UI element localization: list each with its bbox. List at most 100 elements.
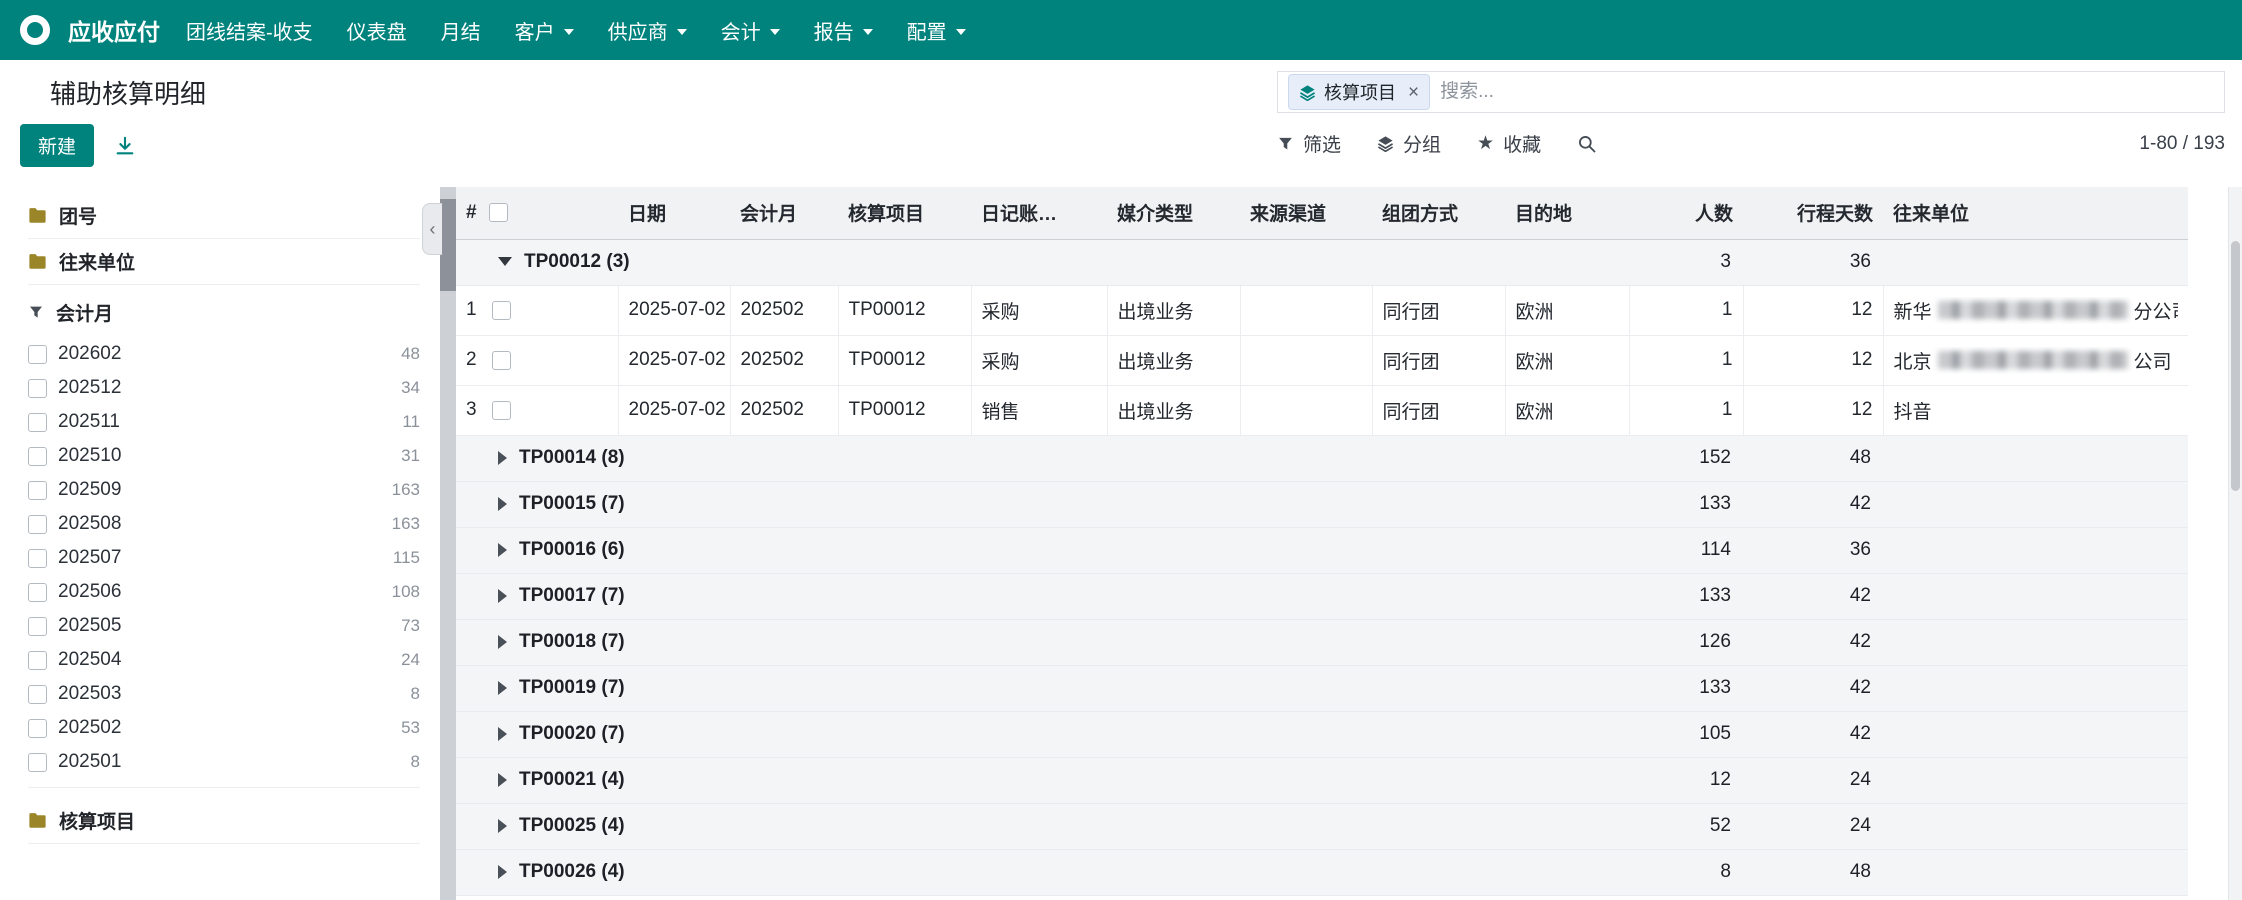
navbar-menu-4[interactable]: 客户 — [515, 16, 574, 45]
download-icon[interactable] — [114, 135, 136, 157]
group-expand-icon[interactable] — [498, 819, 507, 833]
month-filter-item[interactable]: 20250573 — [28, 609, 420, 643]
group-expand-icon[interactable] — [498, 865, 507, 879]
month-filter-item[interactable]: 20250424 — [28, 643, 420, 677]
month-checkbox[interactable] — [28, 379, 47, 398]
search-input[interactable] — [1440, 81, 2214, 103]
app-name[interactable]: 应收应付 — [68, 13, 160, 47]
month-filter-item[interactable]: 202507115 — [28, 541, 420, 575]
month-checkbox[interactable] — [28, 617, 47, 636]
navbar-menu-5[interactable]: 供应商 — [608, 16, 687, 45]
month-filter-item[interactable]: 202508163 — [28, 507, 420, 541]
group-row[interactable]: TP00016 (6)11436 — [456, 527, 2188, 573]
group-row[interactable]: TP00012 (3)336 — [456, 239, 2188, 285]
column-header-8[interactable]: 组团方式 — [1372, 187, 1505, 239]
group-row[interactable]: TP00015 (7)13342 — [456, 481, 2188, 527]
group-row[interactable]: TP00018 (7)12642 — [456, 619, 2188, 665]
search-facet[interactable]: 核算项目 × — [1288, 74, 1430, 110]
group-by-button[interactable]: 分组 — [1377, 130, 1441, 157]
column-header-7[interactable]: 来源渠道 — [1240, 187, 1372, 239]
month-checkbox[interactable] — [28, 651, 47, 670]
navbar-menu-label: 供应商 — [608, 16, 668, 45]
column-header-4[interactable]: 核算项目 — [838, 187, 971, 239]
group-row[interactable]: TP00017 (7)13342 — [456, 573, 2188, 619]
month-checkbox[interactable] — [28, 685, 47, 704]
column-header-9[interactable]: 目的地 — [1505, 187, 1629, 239]
sidebar-item-group-number[interactable]: 团号 — [28, 193, 420, 239]
month-checkbox[interactable] — [28, 515, 47, 534]
pager[interactable]: 1-80 / 193 — [2139, 133, 2225, 155]
expand-search-button[interactable] — [1577, 134, 1597, 154]
odoo-logo-icon[interactable] — [20, 15, 50, 45]
group-row[interactable]: TP00026 (4)848 — [456, 849, 2188, 895]
sidebar-item-partner[interactable]: 往来单位 — [28, 239, 420, 285]
filter-button[interactable]: 筛选 — [1277, 130, 1341, 157]
month-checkbox[interactable] — [28, 719, 47, 738]
column-header-2[interactable]: 日期 — [618, 187, 730, 239]
month-checkbox[interactable] — [28, 753, 47, 772]
group-expand-icon[interactable] — [498, 635, 507, 649]
group-row[interactable]: TP00019 (7)13342 — [456, 665, 2188, 711]
group-expand-icon[interactable] — [498, 543, 507, 557]
group-row[interactable]: TP00014 (8)15248 — [456, 435, 2188, 481]
month-filter-item[interactable]: 202506108 — [28, 575, 420, 609]
sidebar-item-accounting-item[interactable]: 核算项目 — [28, 798, 420, 844]
month-filter-item[interactable]: 20251111 — [28, 405, 420, 439]
sidebar-scrollbar[interactable] — [440, 187, 456, 900]
facet-remove-icon[interactable]: × — [1404, 83, 1419, 102]
column-header-12[interactable]: 往来单位 — [1883, 187, 2188, 239]
column-header-11[interactable]: 行程天数 — [1743, 187, 1883, 239]
month-filter-item[interactable]: 20251234 — [28, 371, 420, 405]
column-header-3[interactable]: 会计月 — [730, 187, 838, 239]
row-checkbox[interactable] — [492, 401, 511, 420]
month-filter-item[interactable]: 20250253 — [28, 711, 420, 745]
month-filter-item[interactable]: 202509163 — [28, 473, 420, 507]
month-filter-item[interactable]: 2025038 — [28, 677, 420, 711]
month-filter-item[interactable]: 2025018 — [28, 745, 420, 779]
month-checkbox[interactable] — [28, 447, 47, 466]
column-header-5[interactable]: 日记账… — [971, 187, 1107, 239]
table-scrollbar-thumb[interactable] — [2231, 241, 2240, 491]
row-checkbox[interactable] — [492, 301, 511, 320]
row-index-inner: 2 — [466, 349, 608, 371]
column-header-6[interactable]: 媒介类型 — [1107, 187, 1240, 239]
sidebar-collapse-handle[interactable]: ‹ — [422, 203, 442, 255]
favorites-button[interactable]: ★ 收藏 — [1477, 130, 1541, 157]
table-row[interactable]: 22025-07-02202502TP00012采购出境业务同行团欧洲112北京… — [456, 335, 2188, 385]
month-filter-item[interactable]: 20251031 — [28, 439, 420, 473]
group-expand-icon[interactable] — [498, 773, 507, 787]
folder-icon — [28, 812, 47, 829]
group-expand-icon[interactable] — [498, 589, 507, 603]
sidebar-scrollbar-thumb[interactable] — [440, 199, 456, 291]
group-expand-icon[interactable] — [498, 681, 507, 695]
month-checkbox[interactable] — [28, 345, 47, 364]
month-checkbox[interactable] — [28, 583, 47, 602]
table-row[interactable]: 12025-07-02202502TP00012采购出境业务同行团欧洲112新华… — [456, 285, 2188, 335]
group-row[interactable]: TP00025 (4)5224 — [456, 803, 2188, 849]
month-checkbox[interactable] — [28, 481, 47, 500]
group-row[interactable]: TP00021 (4)1224 — [456, 757, 2188, 803]
row-checkbox[interactable] — [492, 351, 511, 370]
navbar-menu-6[interactable]: 会计 — [721, 16, 780, 45]
group-expand-icon[interactable] — [498, 451, 507, 465]
group-expand-icon[interactable] — [498, 497, 507, 511]
navbar-menu-3[interactable]: 月结 — [441, 16, 481, 45]
column-header-1[interactable]: # — [456, 187, 618, 239]
search-bar[interactable]: 核算项目 × — [1277, 71, 2225, 113]
new-button[interactable]: 新建 — [20, 124, 94, 167]
month-checkbox[interactable] — [28, 413, 47, 432]
group-row[interactable]: TP00020 (7)10542 — [456, 711, 2188, 757]
table-row[interactable]: 32025-07-02202502TP00012销售出境业务同行团欧洲112抖音 — [456, 385, 2188, 435]
column-header-10[interactable]: 人数 — [1629, 187, 1743, 239]
group-days-aggregate: 36 — [1743, 527, 1883, 573]
navbar-menu-1[interactable]: 团线结案-收支 — [186, 16, 313, 45]
group-collapse-icon[interactable] — [498, 257, 512, 266]
navbar-menu-2[interactable]: 仪表盘 — [347, 16, 407, 45]
navbar-menu-7[interactable]: 报告 — [814, 16, 873, 45]
navbar-menu-8[interactable]: 配置 — [907, 16, 966, 45]
select-all-checkbox[interactable] — [489, 203, 508, 222]
group-expand-icon[interactable] — [498, 727, 507, 741]
table-scrollbar[interactable] — [2228, 187, 2242, 900]
month-checkbox[interactable] — [28, 549, 47, 568]
month-filter-item[interactable]: 20260248 — [28, 337, 420, 371]
